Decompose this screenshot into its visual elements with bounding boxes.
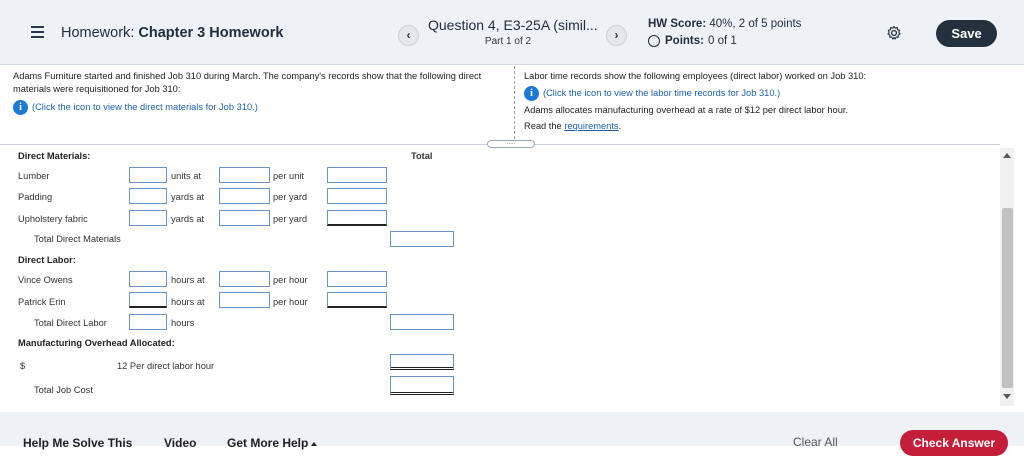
patrick-erin-label: Patrick Erin <box>18 297 66 307</box>
info-icon[interactable]: i <box>13 100 28 115</box>
per-hour-label: per hour <box>273 297 308 307</box>
caret-up-icon <box>311 441 318 446</box>
padding-cost-input[interactable] <box>219 188 270 204</box>
upholstery-label: Upholstery fabric <box>18 214 88 224</box>
total-job-cost-label: Total Job Cost <box>34 385 93 395</box>
patrick-total-input[interactable] <box>327 292 387 308</box>
vince-owens-label: Vince Owens <box>18 275 73 285</box>
per-unit-label: per unit <box>273 171 305 181</box>
previous-question-button[interactable]: ‹ <box>398 25 419 46</box>
read-prefix: Read the <box>524 121 562 131</box>
units-at-label: units at <box>171 171 201 181</box>
materials-description: Adams Furniture started and finished Job… <box>13 71 482 94</box>
total-direct-labor-input[interactable] <box>390 314 454 330</box>
gear-icon[interactable] <box>886 25 902 41</box>
patrick-rate-input[interactable] <box>219 292 270 308</box>
hours-at-label: hours at <box>171 275 205 285</box>
top-bar: Homework: Chapter 3 Homework ‹ Question … <box>0 0 1024 65</box>
labor-description: Labor time records show the following em… <box>524 71 867 81</box>
requirements-link[interactable]: requirements <box>564 121 618 131</box>
lumber-total-input[interactable] <box>327 167 387 183</box>
scrollbar-thumb[interactable] <box>1002 208 1013 388</box>
check-answer-button[interactable]: Check Answer <box>900 430 1008 456</box>
vince-rate-input[interactable] <box>219 271 270 287</box>
total-direct-labor-label: Total Direct Labor <box>34 318 107 328</box>
hw-score: HW Score: 40%, 2 of 5 points <box>648 18 801 30</box>
direct-labor-heading: Direct Labor: <box>18 255 76 265</box>
panel-splitter-handle[interactable]: ..... <box>487 140 535 148</box>
video-button[interactable]: Video <box>164 436 196 450</box>
question-right-panel: Labor time records show the following em… <box>524 70 1004 136</box>
upholstery-total-input[interactable] <box>327 210 387 226</box>
lumber-label: Lumber <box>18 171 50 181</box>
labor-info-link[interactable]: (Click the icon to view the labor time r… <box>543 87 780 100</box>
lumber-quantity-input[interactable] <box>129 167 167 183</box>
scroll-down-arrow-icon[interactable] <box>1003 394 1011 399</box>
direct-materials-heading: Direct Materials: <box>18 151 91 161</box>
materials-info-link[interactable]: (Click the icon to view the direct mater… <box>32 101 258 114</box>
points-circle-icon <box>648 35 660 47</box>
per-yard-label: per yard <box>273 192 308 202</box>
points: Points: 0 of 1 <box>648 35 737 47</box>
scroll-up-arrow-icon[interactable] <box>1003 153 1011 158</box>
overhead-allocated-input[interactable] <box>390 354 454 370</box>
vince-total-input[interactable] <box>327 271 387 287</box>
homework-title: Homework: Chapter 3 Homework <box>61 25 283 41</box>
padding-total-input[interactable] <box>327 188 387 204</box>
materials-info-row[interactable]: i (Click the icon to view the direct mat… <box>13 100 493 115</box>
patrick-hours-input[interactable] <box>129 292 167 308</box>
clear-all-button[interactable]: Clear All <box>793 435 838 449</box>
question-part: Part 1 of 2 <box>484 36 532 47</box>
hw-score-label: HW Score: <box>648 18 707 30</box>
help-me-solve-button[interactable]: Help Me Solve This <box>23 436 132 450</box>
hamburger-menu-icon[interactable] <box>31 26 44 38</box>
total-direct-materials-input[interactable] <box>390 231 454 247</box>
hours-label: hours <box>171 318 195 328</box>
read-requirements: Read the requirements. <box>524 120 1004 133</box>
get-more-help-label: Get More Help <box>227 436 309 450</box>
upholstery-cost-input[interactable] <box>219 210 270 226</box>
padding-quantity-input[interactable] <box>129 188 167 204</box>
total-column-header: Total <box>411 151 433 161</box>
question-title: Question 4, E3-25A (simil... <box>428 17 598 33</box>
job-cost-worksheet: Total Direct Materials: Lumber units at … <box>0 148 1000 406</box>
question-left-panel: Adams Furniture started and finished Job… <box>13 70 493 115</box>
hours-at-label: hours at <box>171 297 205 307</box>
padding-label: Padding <box>18 192 53 202</box>
save-button[interactable]: Save <box>936 20 997 47</box>
manufacturing-overhead-heading: Manufacturing Overhead Allocated: <box>18 338 175 348</box>
per-hour-label: per hour <box>273 275 308 285</box>
points-label: Points: <box>665 35 704 47</box>
dollar-sign: $ <box>20 361 26 371</box>
total-direct-materials-label: Total Direct Materials <box>34 234 121 244</box>
labor-info-row[interactable]: i (Click the icon to view the labor time… <box>524 86 1004 101</box>
lumber-cost-input[interactable] <box>219 167 270 183</box>
per-yard-label: per yard <box>273 214 308 224</box>
homework-name: Chapter 3 Homework <box>138 25 284 41</box>
hw-score-value: 40%, 2 of 5 points <box>709 18 802 30</box>
panel-divider <box>514 66 515 144</box>
homework-prefix: Homework: <box>61 25 135 41</box>
total-labor-hours-input[interactable] <box>129 314 167 330</box>
vince-hours-input[interactable] <box>129 271 167 287</box>
next-question-button[interactable]: › <box>606 25 627 46</box>
yards-at-label: yards at <box>171 192 205 202</box>
upholstery-quantity-input[interactable] <box>129 210 167 226</box>
footer-bar: Help Me Solve This Video Get More Help C… <box>0 412 1024 456</box>
get-more-help-button[interactable]: Get More Help <box>227 436 318 450</box>
info-icon[interactable]: i <box>524 86 539 101</box>
yards-at-label: yards at <box>171 214 205 224</box>
read-suffix: . <box>618 121 622 131</box>
overhead-rate-text: Adams allocates manufacturing overhead a… <box>524 105 849 115</box>
overhead-rate-label: 12 Per direct labor hour <box>117 361 215 371</box>
total-job-cost-input[interactable] <box>390 376 454 395</box>
points-value: 0 of 1 <box>707 35 737 47</box>
